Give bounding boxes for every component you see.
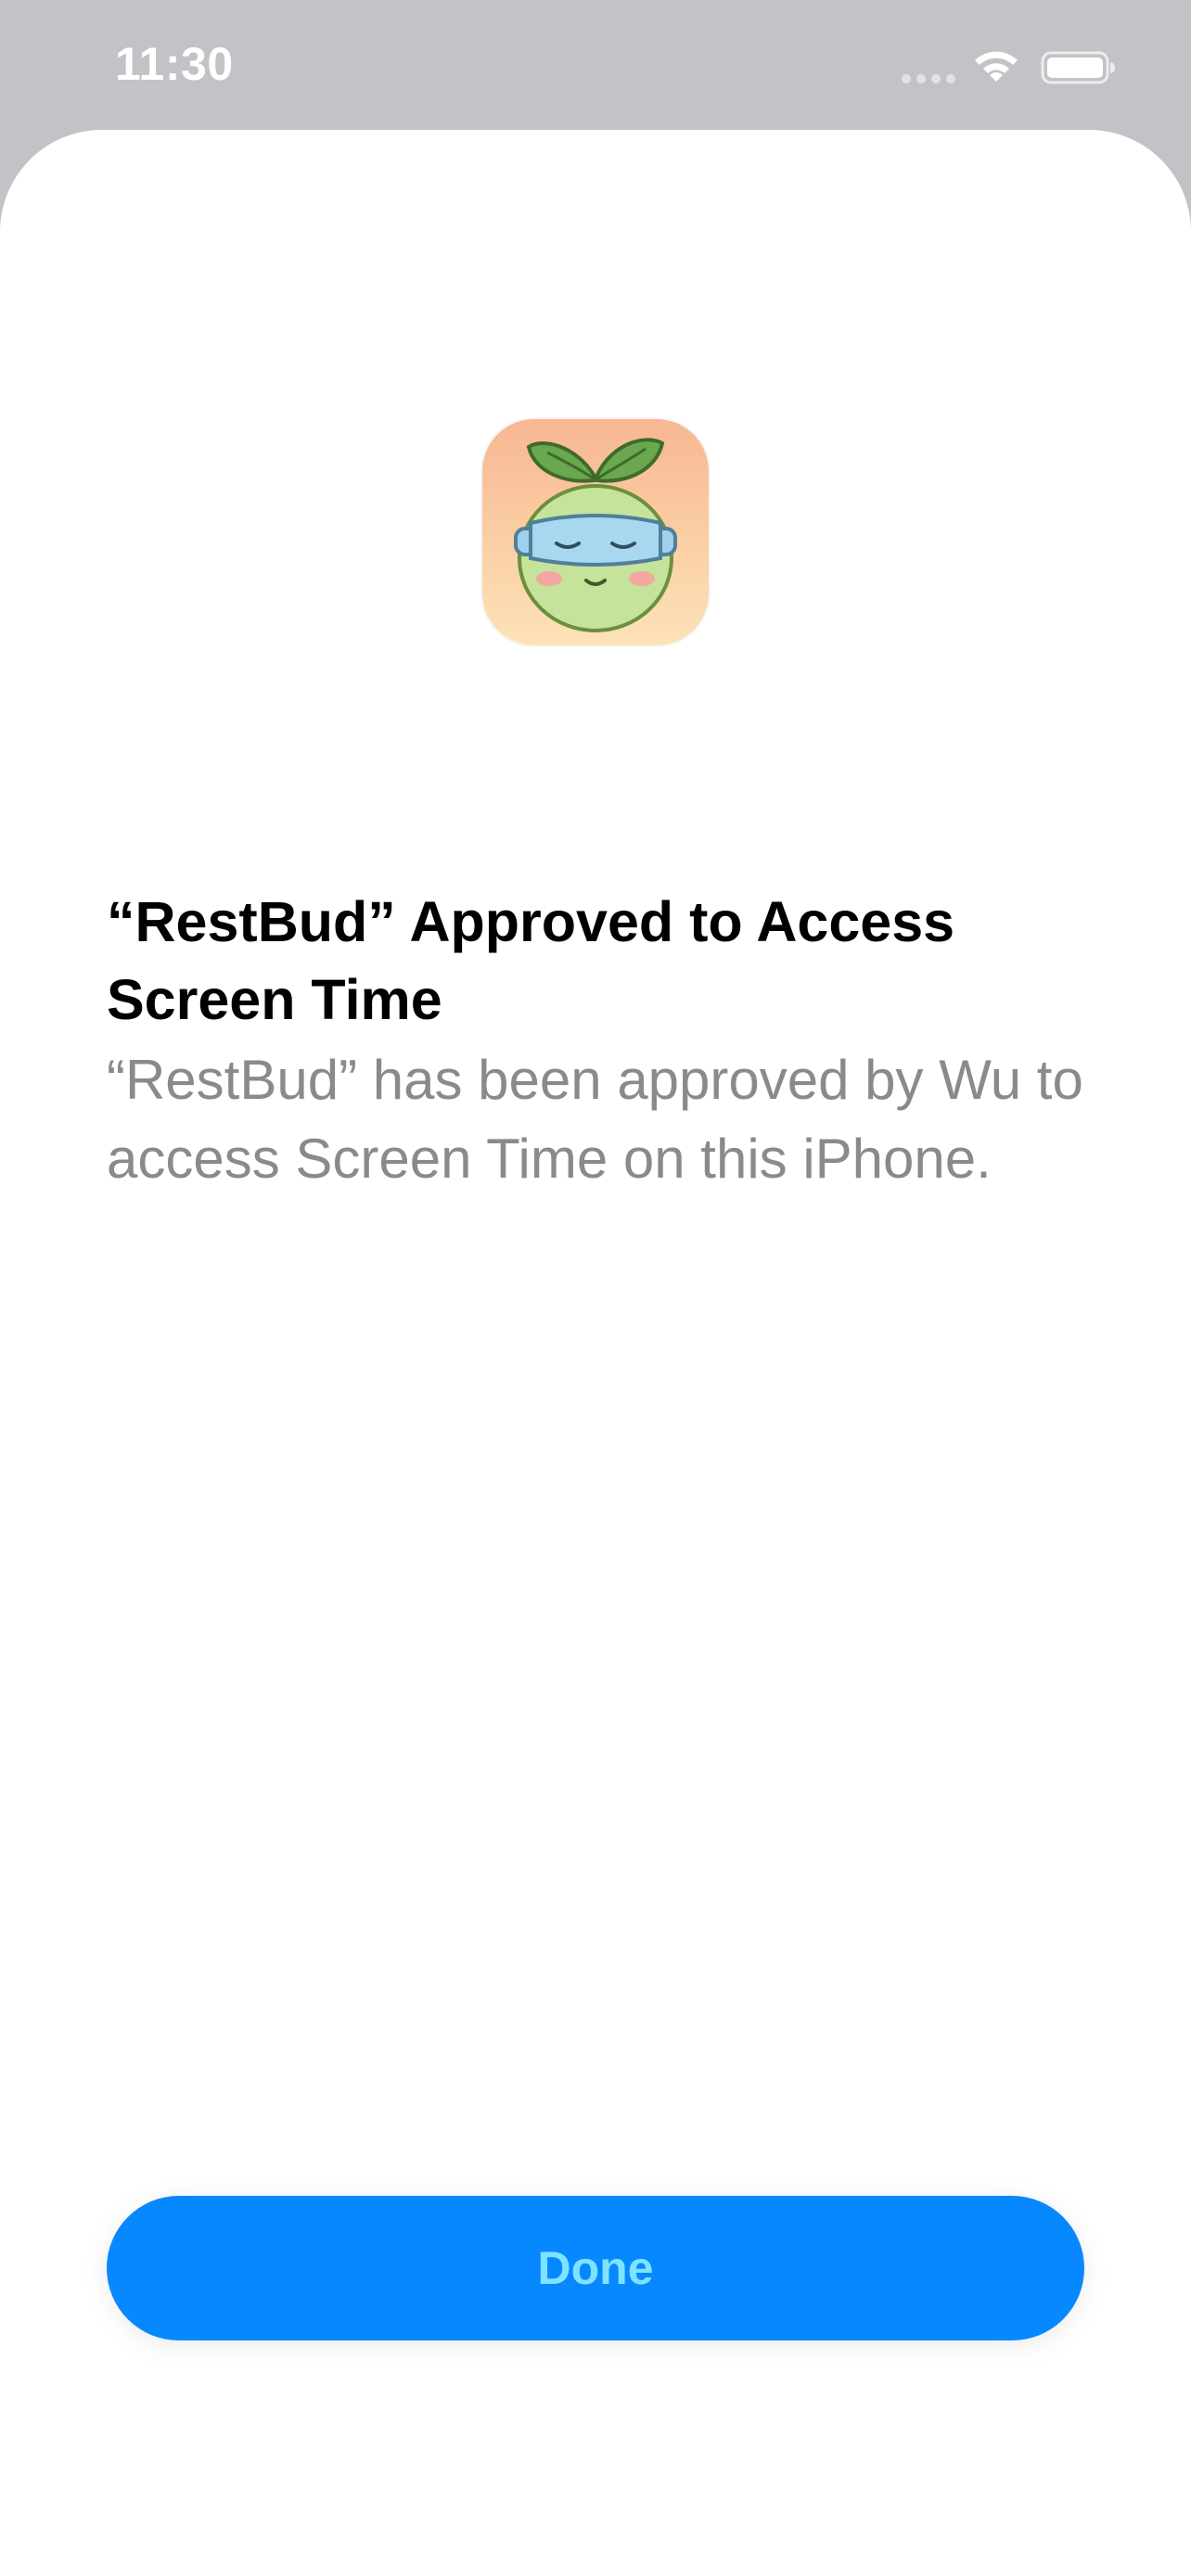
status-bar: 11:30	[0, 0, 1191, 130]
sheet-title: “RestBud” Approved to Access Screen Time	[107, 890, 955, 1031]
screen: 11:30 “RestBud” Approved to Access Scree…	[0, 0, 1191, 2576]
wifi-icon	[975, 51, 1018, 82]
restbud-app-icon	[482, 419, 709, 645]
done-button[interactable]: Done	[107, 2196, 1084, 2340]
cellular-signal-icon	[902, 74, 955, 83]
status-time: 11:30	[115, 38, 234, 90]
battery-icon	[1041, 51, 1115, 84]
sheet-subtitle: “RestBud” has been approved by Wu to acc…	[107, 1049, 1083, 1190]
